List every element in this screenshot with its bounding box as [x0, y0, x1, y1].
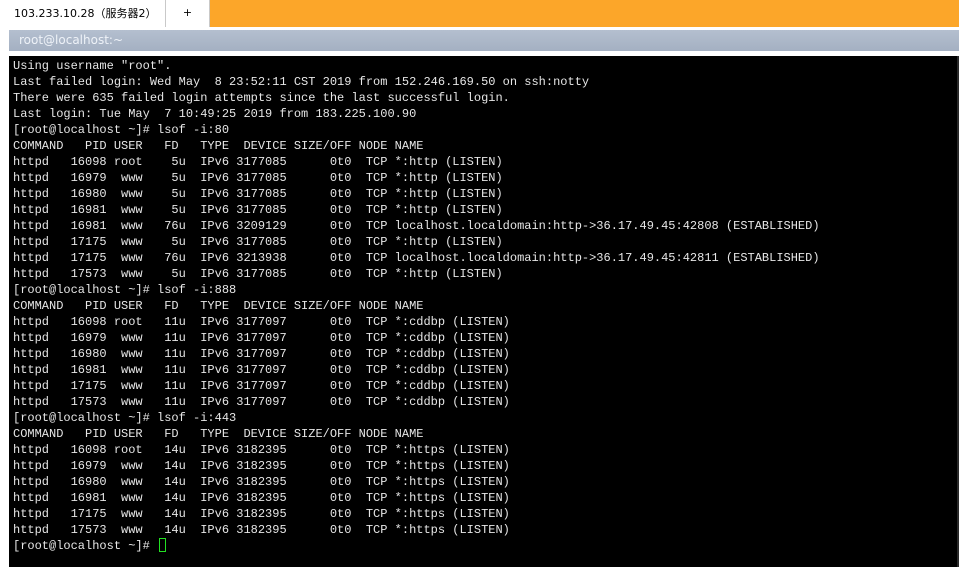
terminal-line: httpd 16980 www 5u IPv6 3177085 0t0 TCP …: [13, 187, 503, 201]
terminal-line: httpd 16979 www 5u IPv6 3177085 0t0 TCP …: [13, 171, 503, 185]
session-title-strip: root@localhost:~: [9, 30, 959, 51]
terminal-line: httpd 17573 www 11u IPv6 3177097 0t0 TCP…: [13, 395, 510, 409]
terminal-line: Using username "root".: [13, 59, 172, 73]
terminal-cursor: [159, 538, 167, 552]
ssh-client-window: 103.233.10.28（服务器2） + root@localhost:~ U…: [0, 0, 959, 567]
terminal-line: COMMAND PID USER FD TYPE DEVICE SIZE/OFF…: [13, 139, 424, 153]
terminal-line: httpd 16980 www 14u IPv6 3182395 0t0 TCP…: [13, 475, 510, 489]
terminal-line: httpd 16979 www 14u IPv6 3182395 0t0 TCP…: [13, 459, 510, 473]
terminal-line: httpd 16098 root 5u IPv6 3177085 0t0 TCP…: [13, 155, 503, 169]
terminal-line: httpd 16979 www 11u IPv6 3177097 0t0 TCP…: [13, 331, 510, 345]
terminal-line: Last failed login: Wed May 8 23:52:11 CS…: [13, 75, 590, 89]
terminal-line: [root@localhost ~]# lsof -i:888: [13, 283, 237, 297]
tab-label: 103.233.10.28（服务器2）: [14, 7, 157, 20]
terminal-line: httpd 16981 www 14u IPv6 3182395 0t0 TCP…: [13, 491, 510, 505]
terminal-line: httpd 16098 root 11u IPv6 3177097 0t0 TC…: [13, 315, 510, 329]
terminal-line: httpd 17573 www 14u IPv6 3182395 0t0 TCP…: [13, 523, 510, 537]
terminal-prompt: [root@localhost ~]#: [13, 539, 158, 553]
session-title: root@localhost:~: [19, 33, 124, 47]
terminal-line: httpd 17573 www 5u IPv6 3177085 0t0 TCP …: [13, 267, 503, 281]
terminal-line: httpd 17175 www 76u IPv6 3213938 0t0 TCP…: [13, 251, 820, 265]
terminal-line: Last login: Tue May 7 10:49:25 2019 from…: [13, 107, 417, 121]
session-title-bar: root@localhost:~: [0, 27, 959, 56]
terminal-line: httpd 17175 www 14u IPv6 3182395 0t0 TCP…: [13, 507, 510, 521]
terminal-output[interactable]: Using username "root". Last failed login…: [9, 56, 959, 567]
terminal-line: COMMAND PID USER FD TYPE DEVICE SIZE/OFF…: [13, 427, 424, 441]
terminal-prompt-line[interactable]: [root@localhost ~]#: [13, 538, 820, 554]
terminal-line: There were 635 failed login attempts sin…: [13, 91, 510, 105]
tab-bar: 103.233.10.28（服务器2） +: [0, 0, 959, 27]
terminal-line: httpd 16981 www 76u IPv6 3209129 0t0 TCP…: [13, 219, 820, 233]
terminal-line: httpd 17175 www 11u IPv6 3177097 0t0 TCP…: [13, 379, 510, 393]
tab-server-2[interactable]: 103.233.10.28（服务器2）: [0, 0, 166, 27]
terminal-line: [root@localhost ~]# lsof -i:443: [13, 411, 237, 425]
terminal-line: httpd 16981 www 11u IPv6 3177097 0t0 TCP…: [13, 363, 510, 377]
new-tab-button[interactable]: +: [166, 0, 210, 27]
terminal-line: httpd 16098 root 14u IPv6 3182395 0t0 TC…: [13, 443, 510, 457]
terminal-lines: Using username "root". Last failed login…: [13, 58, 820, 554]
terminal-line: [root@localhost ~]# lsof -i:80: [13, 123, 230, 137]
terminal-line: COMMAND PID USER FD TYPE DEVICE SIZE/OFF…: [13, 299, 424, 313]
terminal-line: httpd 17175 www 5u IPv6 3177085 0t0 TCP …: [13, 235, 503, 249]
terminal-line: httpd 16981 www 5u IPv6 3177085 0t0 TCP …: [13, 203, 503, 217]
terminal-line: httpd 16980 www 11u IPv6 3177097 0t0 TCP…: [13, 347, 510, 361]
